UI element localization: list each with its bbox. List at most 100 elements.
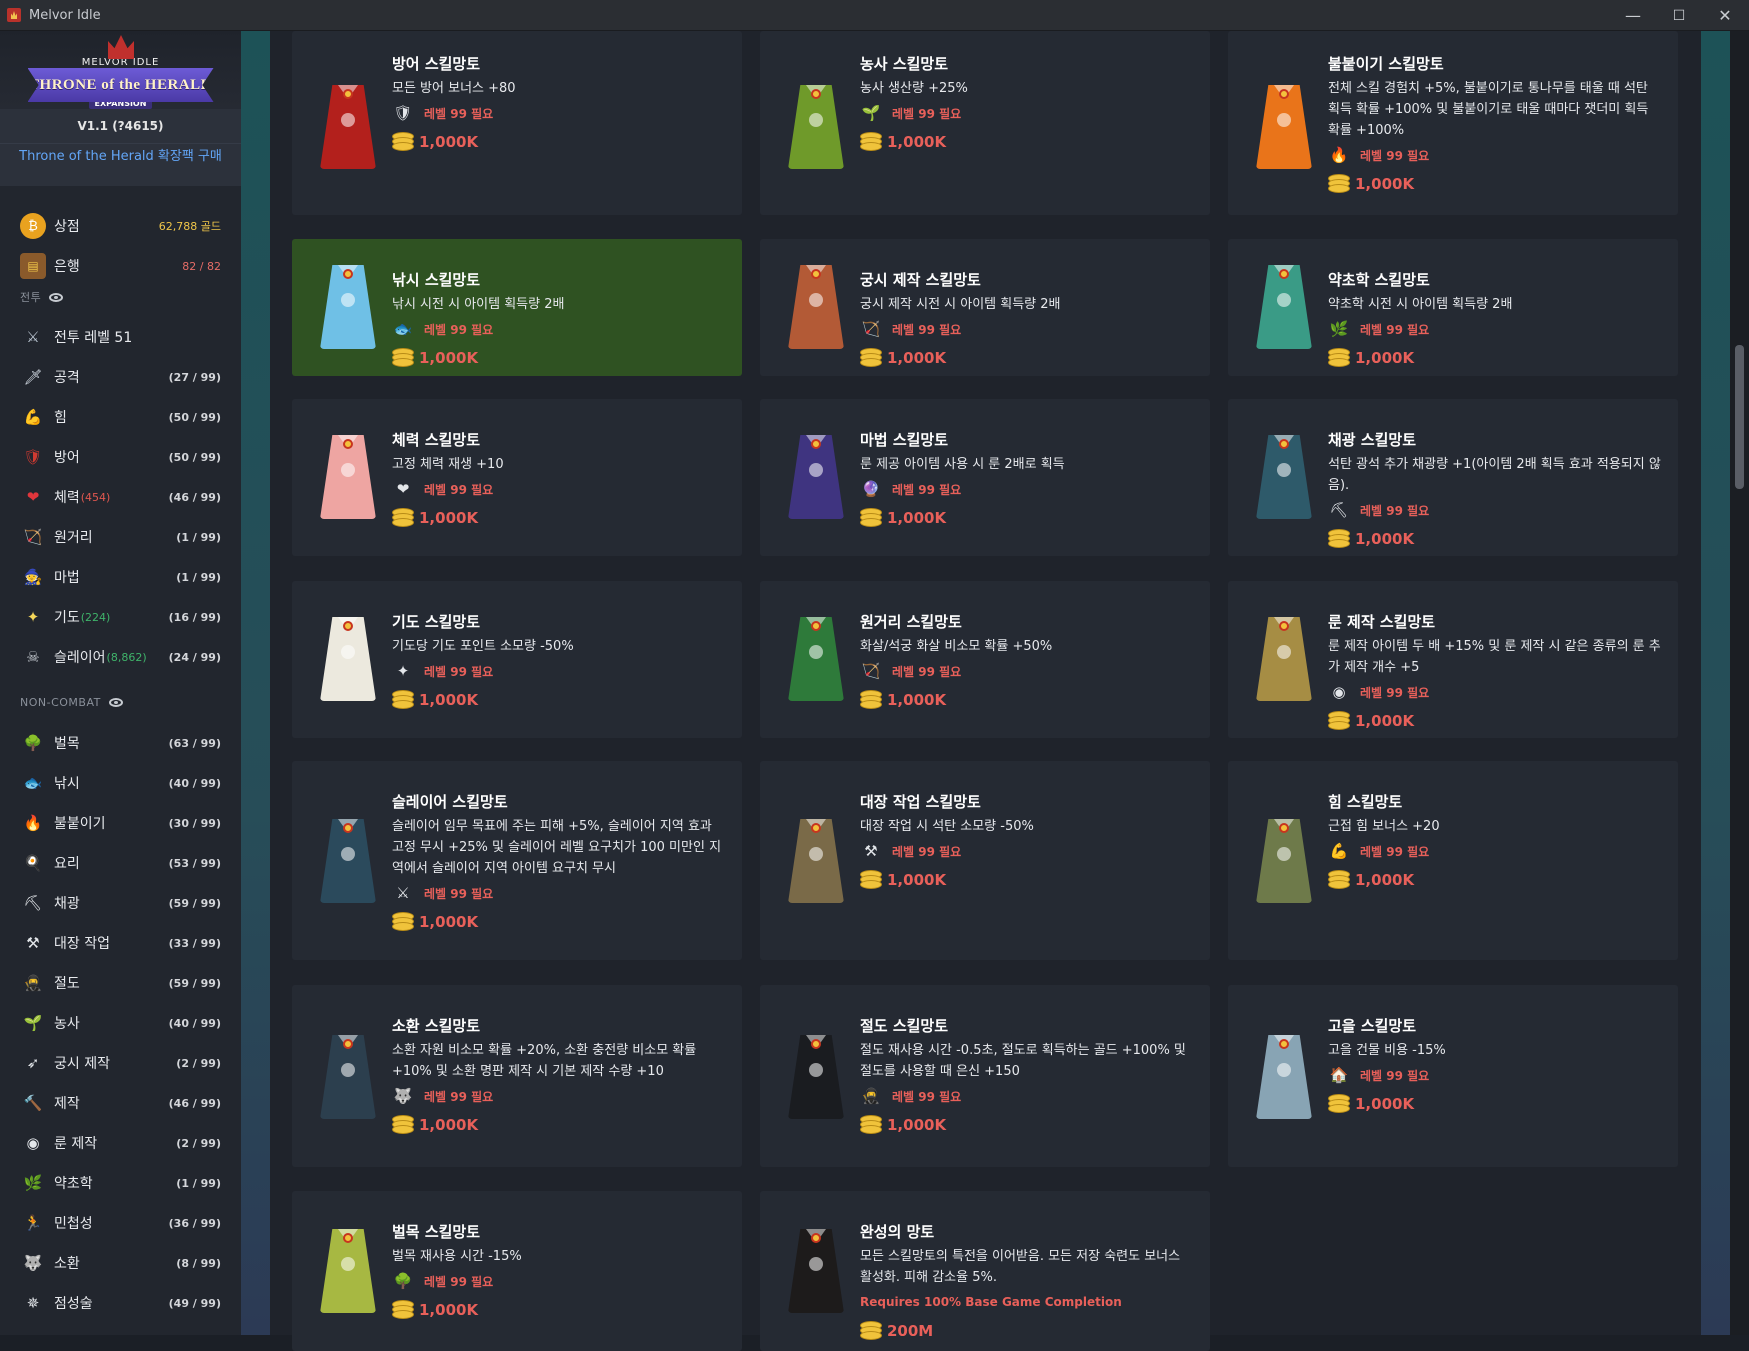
swords-icon: ⚔: [26, 328, 40, 346]
skill-requirement-icon: 🔥: [1329, 146, 1349, 164]
sidebar-item-extra: (454): [80, 490, 111, 504]
sidebar-item-noncombat-4[interactable]: ⛏ 채광 (59 / 99): [0, 883, 241, 923]
sidebar-item-label: 공격: [54, 370, 80, 386]
skillcape-icon: [788, 265, 844, 349]
cost-row: 1,000K: [1328, 170, 1662, 198]
skillcape-card[interactable]: 소환 스킬망토 소환 자원 비소모 확률 +20%, 소환 충전량 비소모 확률 …: [292, 985, 742, 1167]
thief-icon: 🥷: [23, 974, 43, 992]
sidebar-item-label: 낚시: [54, 776, 80, 792]
requirement-text: 레벨 99 필요: [424, 482, 494, 497]
sidebar-item-label: 원거리: [54, 530, 93, 546]
sidebar-item-combat-4[interactable]: ❤ 체력 (454) (46 / 99): [0, 477, 241, 517]
sidebar-item-noncombat-2[interactable]: 🔥 불붙이기 (30 / 99): [0, 803, 241, 843]
skillcape-card[interactable]: 기도 스킬망토 기도당 기도 포인트 소모량 -50% ✦ 레벨 99 필요 1,000…: [292, 581, 742, 738]
cost-row: 1,000K: [392, 1111, 726, 1139]
skill-requirement-icon: 🔮: [861, 480, 881, 498]
gold-coins-icon: [860, 347, 882, 369]
skillcape-card[interactable]: 농사 스킬망토 농사 생산량 +25% 🌱 레벨 99 필요 1,000K: [760, 31, 1210, 215]
chest-icon: ▤: [20, 253, 46, 279]
sidebar-item-combat-1[interactable]: 🗡 공격 (27 / 99): [0, 357, 241, 397]
skillcape-card[interactable]: 방어 스킬망토 모든 방어 보너스 +80 🛡 레벨 99 필요 1,000K: [292, 31, 742, 215]
gold-coins-icon: [1328, 347, 1350, 369]
item-cost: 1,000K: [419, 1301, 479, 1319]
sidebar-item-combat-8[interactable]: ☠ 슬레이어 (8,862) (24 / 99): [0, 637, 241, 677]
skill-requirement-icon: ❤: [396, 480, 410, 498]
skill-requirement-icon: 🐟: [393, 320, 413, 338]
cost-row: 1,000K: [392, 686, 726, 714]
noncombat-section-header: NON-COMBAT: [20, 696, 123, 709]
sidebar-item-combat-6[interactable]: 🧙 마법 (1 / 99): [0, 557, 241, 597]
sidebar-item-noncombat-0[interactable]: 🌳 벌목 (63 / 99): [0, 723, 241, 763]
skillcape-card[interactable]: 마법 스킬망토 룬 제공 아이템 사용 시 룬 2배로 획득 🔮 레벨 99 필요 1,…: [760, 399, 1210, 556]
sidebar-item-combat-2[interactable]: 💪 힘 (50 / 99): [0, 397, 241, 437]
item-description: 고을 건물 비용 -15%: [1328, 1043, 1446, 1058]
skillcape-card[interactable]: 체력 스킬망토 고정 체력 재생 +10 ❤ 레벨 99 필요 1,000K: [292, 399, 742, 556]
skillcape-card[interactable]: 힘 스킬망토 근접 힘 보너스 +20 💪 레벨 99 필요 1,000K: [1228, 761, 1678, 960]
close-button[interactable]: ✕: [1702, 0, 1748, 31]
sidebar-item-noncombat-3[interactable]: 🍳 요리 (53 / 99): [0, 843, 241, 883]
sidebar-item-combat-5[interactable]: 🏹 원거리 (1 / 99): [0, 517, 241, 557]
cost-row: 1,000K: [860, 866, 1194, 894]
sidebar-item-label: 상점: [54, 219, 80, 235]
eye-icon[interactable]: [49, 292, 64, 302]
gold-coins-icon: [860, 869, 882, 891]
item-name: 마법 스킬망토: [860, 431, 949, 449]
sidebar-item-noncombat-12[interactable]: 🏃 민첩성 (36 / 99): [0, 1203, 241, 1243]
skillcape-card[interactable]: 벌목 스킬망토 벌목 재사용 시간 -15% 🌳 레벨 99 필요 1,000K: [292, 1191, 742, 1351]
sidebar-item-bank[interactable]: ▤ 은행 82 / 82: [0, 246, 241, 286]
item-cost: 1,000K: [887, 691, 947, 709]
skillcape-card[interactable]: 완성의 망토 모든 스킬망토의 특전을 이어받음. 모든 저장 숙련도 보너스 활…: [760, 1191, 1210, 1351]
gold-coins-icon: [1328, 1093, 1350, 1115]
skillcape-card[interactable]: 대장 작업 스킬망토 대장 작업 시 석탄 소모량 -50% ⚒ 레벨 99 필요 1,…: [760, 761, 1210, 960]
skillcape-card[interactable]: 낚시 스킬망토 낚시 시전 시 아이템 획득량 2배 🐟 레벨 99 필요 1,000K: [292, 239, 742, 376]
sidebar-item-combat-3[interactable]: 🛡 방어 (50 / 99): [0, 437, 241, 477]
game-logo[interactable]: MELVOR IDLE THRONE of the HERALD EXPANSI…: [0, 31, 241, 109]
sidebar-item-shop[interactable]: ₿ 상점 62,788 골드: [0, 206, 241, 246]
skillcape-card[interactable]: 고을 스킬망토 고을 건물 비용 -15% 🏠 레벨 99 필요 1,000K: [1228, 985, 1678, 1167]
sidebar-item-label: 대장 작업: [54, 936, 110, 952]
skillcape-card[interactable]: 채광 스킬망토 석탄 광석 추가 채광량 +1(아이템 2배 획득 효과 적용되지…: [1228, 399, 1678, 556]
requirement-row: 🏹 레벨 99 필요: [860, 317, 1194, 341]
sidebar-item-combat-0[interactable]: ⚔ 전투 레벨 51: [0, 317, 241, 357]
sidebar-item-noncombat-14[interactable]: ✵ 점성술 (49 / 99): [0, 1283, 241, 1323]
sidebar-item-noncombat-10[interactable]: ◉ 룬 제작 (2 / 99): [0, 1123, 241, 1163]
skillcape-card[interactable]: 궁시 제작 스킬망토 궁시 제작 시전 시 아이템 획득량 2배 🏹 레벨 99 필요…: [760, 239, 1210, 376]
wolf-icon: 🐺: [23, 1254, 43, 1272]
skill-level-count: (40 / 99): [168, 776, 221, 790]
requirement-text: 레벨 99 필요: [892, 1089, 962, 1104]
maximize-button[interactable]: ☐: [1656, 0, 1702, 31]
version-label: V1.1 (?4615): [0, 109, 241, 143]
skillcape-card[interactable]: 절도 스킬망토 절도 재사용 시간 -0.5초, 절도로 획득하는 골드 +100…: [760, 985, 1210, 1167]
sidebar-item-noncombat-8[interactable]: ➶ 궁시 제작 (2 / 99): [0, 1043, 241, 1083]
item-description: 낚시 시전 시 아이템 획득량 2배: [392, 297, 565, 312]
item-description: 기도당 기도 포인트 소모량 -50%: [392, 639, 574, 654]
scrollbar-thumb[interactable]: [1735, 345, 1744, 489]
sidebar-item-combat-7[interactable]: ✦ 기도 (224) (16 / 99): [0, 597, 241, 637]
scrollbar[interactable]: [1730, 31, 1749, 1335]
item-name: 원거리 스킬망토: [860, 613, 962, 631]
item-name: 약초학 스킬망토: [1328, 271, 1430, 289]
skillcape-card[interactable]: 불붙이기 스킬망토 전체 스킬 경험치 +5%, 불붙이기로 통나무를 태울 때 …: [1228, 31, 1678, 215]
gold-coins-icon: [392, 1299, 414, 1321]
skillcape-card[interactable]: 룬 제작 스킬망토 룬 제작 아이템 두 배 +15% 및 룬 제작 시 같은 종…: [1228, 581, 1678, 738]
eye-icon[interactable]: [108, 698, 123, 707]
cost-row: 1,000K: [1328, 1090, 1662, 1118]
sidebar-item-noncombat-5[interactable]: ⚒ 대장 작업 (33 / 99): [0, 923, 241, 963]
skillcape-card[interactable]: 약초학 스킬망토 약초학 시전 시 아이템 획득량 2배 🌿 레벨 99 필요 1,00…: [1228, 239, 1678, 376]
sidebar-item-noncombat-6[interactable]: 🥷 절도 (59 / 99): [0, 963, 241, 1003]
skillcape-icon: [320, 1035, 376, 1119]
skill-requirement-icon: 🏹: [861, 320, 881, 338]
sidebar-item-noncombat-9[interactable]: 🔨 제작 (46 / 99): [0, 1083, 241, 1123]
minimize-button[interactable]: —: [1610, 0, 1656, 31]
skillcape-card[interactable]: 슬레이어 스킬망토 슬레이어 임무 목표에 주는 피해 +5%, 슬레이어 지역 …: [292, 761, 742, 960]
skillcape-card[interactable]: 원거리 스킬망토 화살/석궁 화살 비소모 확률 +50% 🏹 레벨 99 필요 1,0…: [760, 581, 1210, 738]
sidebar-item-noncombat-13[interactable]: 🐺 소환 (8 / 99): [0, 1243, 241, 1283]
sidebar-item-noncombat-11[interactable]: 🌿 약초학 (1 / 99): [0, 1163, 241, 1203]
item-cost: 1,000K: [1355, 871, 1415, 889]
sidebar-item-label: 체력: [54, 490, 80, 506]
buy-expansion-link[interactable]: Throne of the Herald 확장팩 구매: [0, 143, 241, 186]
cost-row: 1,000K: [392, 128, 726, 156]
sidebar-item-noncombat-7[interactable]: 🌱 농사 (40 / 99): [0, 1003, 241, 1043]
sidebar-item-noncombat-1[interactable]: 🐟 낚시 (40 / 99): [0, 763, 241, 803]
skill-requirement-icon: 🌳: [393, 1272, 413, 1290]
